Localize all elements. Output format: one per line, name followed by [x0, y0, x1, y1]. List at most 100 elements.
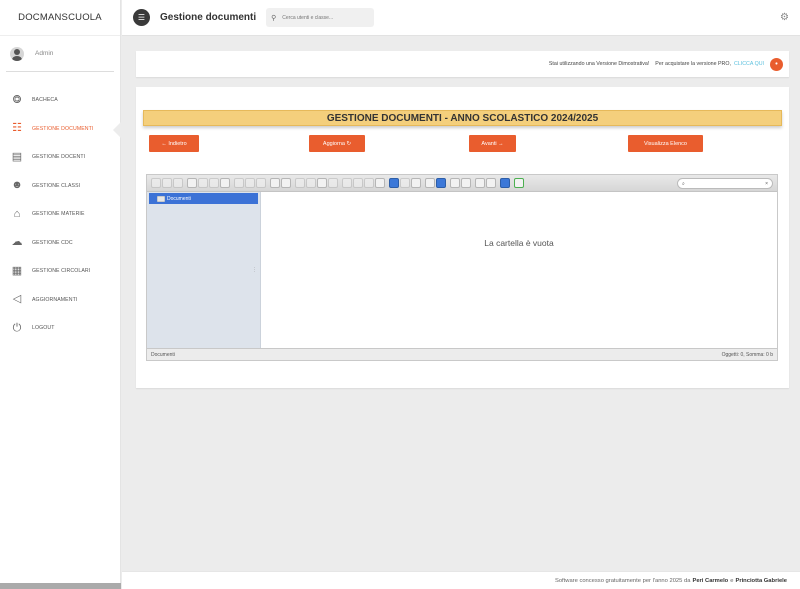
sidebar-item-gestione-documenti[interactable]: ☷ GESTIONE DOCUMENTI [0, 115, 121, 144]
grid-view-icon[interactable] [389, 178, 399, 188]
demo-notice: Stai utilizzando una Versione Dimostrati… [136, 51, 789, 77]
view-list-button[interactable]: Visualizza Elenco [628, 135, 703, 152]
edit-icon[interactable] [364, 178, 374, 188]
info-icon[interactable] [436, 178, 446, 188]
section-banner: GESTIONE DOCUMENTI - ANNO SCOLASTICO 202… [143, 110, 782, 126]
brand-logo[interactable]: DOCMANSCUOLA [0, 0, 120, 36]
select-all-icon[interactable] [375, 178, 385, 188]
document-icon: ☷ [12, 122, 22, 135]
sidebar-item-label: LOGOUT [32, 325, 55, 332]
archive-icon[interactable] [461, 178, 471, 188]
sidebar-item-label: AGGIORNAMENTI [32, 296, 78, 303]
cut-icon[interactable] [306, 178, 316, 188]
folder-tree: Documenti ⋮ [147, 192, 261, 350]
sidebar-item-bacheca[interactable]: ⭗ BACHECA [0, 86, 120, 115]
status-summary: Oggetti: 0, Somma: 0 b [721, 351, 773, 358]
status-path: Documenti [151, 351, 175, 358]
users-icon: ☻ [11, 179, 23, 192]
sidebar-item-label: GESTIONE MATERIE [32, 211, 85, 218]
institution-icon: ⌂ [13, 207, 21, 220]
up-icon[interactable] [173, 178, 183, 188]
sidebar-item-gestione-classi[interactable]: ☻ GESTIONE CLASSI [0, 172, 120, 201]
file-search[interactable]: ⌕ × [677, 178, 773, 189]
dashboard-icon: ⭗ [12, 93, 22, 106]
footer-author-1: Peri Carmelo [692, 577, 729, 584]
empty-folder-message: La cartella è vuota [484, 238, 554, 248]
back-icon[interactable] [151, 178, 161, 188]
sidebar-item-gestione-materie[interactable]: ⌂ GESTIONE MATERIE [0, 200, 120, 229]
download-icon[interactable] [220, 178, 230, 188]
duplicate-icon[interactable] [353, 178, 363, 188]
open-icon[interactable] [209, 178, 219, 188]
notice-text-pro: Per acquistare la versione PRO, [655, 61, 731, 67]
sidebar-item-aggiornamenti[interactable]: ◁ AGGIORNAMENTI [0, 286, 120, 315]
home-icon[interactable] [187, 178, 197, 188]
topbar: ☰ Gestione documenti ⚲ ⚙ [122, 0, 800, 36]
sidebar-item-gestione-cdc[interactable]: ☁ GESTIONE CDC [0, 229, 120, 258]
cloud-upload-icon: ☁ [11, 236, 23, 249]
footer-text: Software concesso gratuitamente per l'an… [554, 577, 691, 584]
sidebar-scroll-indicator [0, 583, 121, 589]
sidebar-item-logout[interactable]: ⏻ LOGOUT [0, 314, 120, 343]
reload-icon[interactable] [198, 178, 208, 188]
settings-gear-icon[interactable]: ⚙ [780, 12, 789, 23]
sidebar: DOCMANSCUOLA Admin ⭗ BACHECA ☷ GESTIONE DOC… [0, 0, 121, 589]
sidebar-item-gestione-docenti[interactable]: ▤ GESTIONE DOCENTI [0, 143, 120, 172]
page-title: Gestione documenti [160, 12, 257, 23]
copy-icon[interactable] [295, 178, 305, 188]
search-box[interactable]: ⚲ [266, 8, 375, 27]
extract-icon[interactable] [450, 178, 460, 188]
main-panel: GESTIONE DOCUMENTI - ANNO SCOLASTICO 202… [136, 87, 789, 388]
sidebar-menu: ⭗ BACHECA ☷ GESTIONE DOCUMENTI ▤ GESTIONE DOC… [0, 86, 121, 343]
user-panel: Admin [6, 36, 114, 72]
reload-button[interactable]: Aggiorna ↻ [309, 135, 365, 152]
sidebar-item-label: BACHECA [32, 97, 58, 104]
sort-icon[interactable] [486, 178, 496, 188]
sidebar-item-label: GESTIONE DOCENTI [32, 154, 86, 161]
folder-icon [157, 195, 165, 202]
back-button[interactable]: ← Indietro [149, 135, 199, 152]
sidebar-item-label: GESTIONE CDC [32, 239, 73, 246]
user-avatar-icon [10, 46, 24, 61]
tree-item-documenti[interactable]: Documenti [149, 193, 258, 204]
fullscreen-icon[interactable] [514, 178, 524, 188]
sidebar-item-gestione-circolari[interactable]: ▦ GESTIONE CIRCOLARI [0, 257, 120, 286]
next-button[interactable]: Avanti → [469, 135, 516, 152]
undo-icon[interactable] [270, 178, 280, 188]
power-icon: ⏻ [12, 321, 22, 334]
file-manager-statusbar: Documenti Oggetti: 0, Somma: 0 b [147, 348, 777, 360]
new-folder-icon[interactable] [245, 178, 255, 188]
resize-icon[interactable] [411, 178, 421, 188]
search-icon: ⚲ [271, 14, 277, 22]
delete-icon[interactable] [328, 178, 338, 188]
invert-icon[interactable] [400, 178, 410, 188]
new-file-icon[interactable] [256, 178, 266, 188]
file-search-clear-icon[interactable]: × [765, 181, 768, 187]
tree-resize-handle[interactable]: ⋮ [252, 267, 257, 273]
redo-icon[interactable] [281, 178, 291, 188]
notice-link[interactable]: CLICCA QUI [734, 61, 764, 67]
newspaper-icon: ▦ [11, 264, 23, 277]
list-view-icon[interactable] [475, 178, 485, 188]
forward-icon[interactable] [162, 178, 172, 188]
file-list-area[interactable]: La cartella è vuota [261, 192, 777, 350]
file-manager: ⌕ × Documenti ⋮ La cartella è vuota Docu… [146, 174, 778, 361]
search-input[interactable] [282, 14, 363, 21]
notice-text: Stai utilizzando una Versione Dimostrati… [548, 61, 650, 67]
help-icon[interactable] [500, 178, 510, 188]
tree-item-label: Documenti [167, 195, 191, 202]
megaphone-icon: ◁ [12, 293, 22, 306]
upload-icon[interactable] [234, 178, 244, 188]
notice-plus-icon[interactable]: • [770, 57, 783, 71]
paste-icon[interactable] [317, 178, 327, 188]
file-manager-toolbar: ⌕ × [147, 175, 777, 192]
sidebar-item-label: GESTIONE DOCUMENTI [32, 125, 94, 132]
sidebar-item-label: GESTIONE CLASSI [32, 182, 81, 189]
preview-icon[interactable] [425, 178, 435, 188]
file-search-icon: ⌕ [682, 180, 685, 187]
rename-icon[interactable] [342, 178, 352, 188]
footer-conjunction: e [730, 577, 734, 584]
id-card-icon: ▤ [11, 150, 23, 163]
menu-toggle-icon[interactable]: ☰ [133, 9, 150, 26]
footer: Software concesso gratuitamente per l'an… [122, 571, 800, 589]
